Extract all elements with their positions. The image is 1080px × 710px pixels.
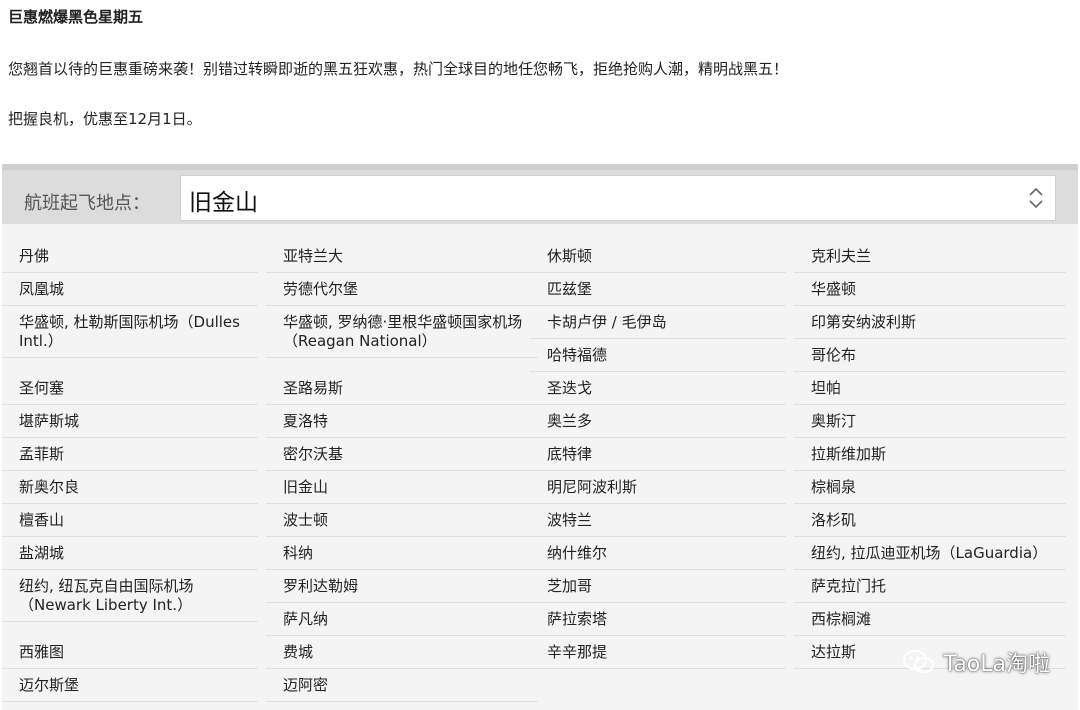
city-link[interactable]: 底特律 (530, 438, 786, 471)
city-link[interactable]: 华盛顿 (794, 273, 1066, 306)
city-link[interactable]: 纽约, 拉瓜迪亚机场（LaGuardia） (794, 537, 1066, 570)
city-link[interactable]: 华盛顿, 杜勒斯国际机场（Dulles Intl.） (2, 306, 258, 358)
city-link[interactable]: 波士顿 (266, 504, 538, 537)
city-link[interactable]: 圣迭戈 (530, 372, 786, 405)
city-link[interactable]: 匹兹堡 (530, 273, 786, 306)
city-link[interactable]: 纽约, 纽瓦克自由国际机场（Newark Liberty Int.） (2, 570, 258, 622)
city-column-2: 亚特兰大 劳德代尔堡 华盛顿, 罗纳德·里根华盛顿国家机场（Reagan Nat… (266, 240, 538, 702)
city-link[interactable]: 费城 (266, 636, 538, 669)
page-title: 巨惠燃爆黑色星期五 (8, 8, 144, 26)
city-link[interactable]: 哥伦布 (794, 339, 1066, 372)
city-link[interactable]: 波特兰 (530, 504, 786, 537)
city-link[interactable]: 西棕榈滩 (794, 603, 1066, 636)
city-link[interactable]: 萨拉索塔 (530, 603, 786, 636)
intro-paragraph: 您翘首以待的巨惠重磅来袭！别错过转瞬即逝的黑五狂欢惠，热门全球目的地任您畅飞，拒… (8, 60, 789, 78)
city-link[interactable]: 迈阿密 (266, 669, 538, 702)
city-link[interactable]: 拉斯维加斯 (794, 438, 1066, 471)
city-column-4: 克利夫兰 华盛顿 印第安纳波利斯 哥伦布 坦帕 奥斯汀 拉斯维加斯 棕榈泉 洛杉… (794, 240, 1066, 669)
city-link[interactable]: 圣路易斯 (266, 372, 538, 405)
watermark-text: TaoLa淘啦 (943, 652, 1050, 677)
city-link[interactable]: 檀香山 (2, 504, 258, 537)
city-link[interactable]: 华盛顿, 罗纳德·里根华盛顿国家机场（Reagan National） (266, 306, 538, 358)
deadline-note: 把握良机，优惠至12月1日。 (8, 110, 202, 128)
city-link[interactable]: 洛杉矶 (794, 504, 1066, 537)
city-link[interactable]: 印第安纳波利斯 (794, 306, 1066, 339)
origin-bar: 航班起飞地点： 旧金山 (2, 170, 1078, 224)
city-link[interactable]: 罗利达勒姆 (266, 570, 538, 603)
city-link[interactable]: 劳德代尔堡 (266, 273, 538, 306)
city-link[interactable]: 旧金山 (266, 471, 538, 504)
city-link[interactable]: 迈尔斯堡 (2, 669, 258, 702)
city-link[interactable]: 卡胡卢伊 / 毛伊岛 (530, 306, 786, 339)
city-link[interactable]: 丹佛 (2, 240, 258, 273)
city-column-1: 丹佛 凤凰城 华盛顿, 杜勒斯国际机场（Dulles Intl.） 圣何塞 堪萨… (2, 240, 258, 702)
watermark: TaoLa淘啦 (902, 646, 1050, 678)
city-link[interactable]: 明尼阿波利斯 (530, 471, 786, 504)
city-link[interactable]: 萨克拉门托 (794, 570, 1066, 603)
city-link[interactable]: 坦帕 (794, 372, 1066, 405)
city-link[interactable]: 休斯顿 (530, 240, 786, 273)
wechat-icon (902, 650, 934, 673)
city-link[interactable]: 纳什维尔 (530, 537, 786, 570)
city-link[interactable]: 棕榈泉 (794, 471, 1066, 504)
city-link[interactable]: 科纳 (266, 537, 538, 570)
city-link[interactable]: 奥斯汀 (794, 405, 1066, 438)
city-link[interactable]: 辛辛那提 (530, 636, 786, 669)
city-link[interactable]: 密尔沃基 (266, 438, 538, 471)
city-link[interactable]: 堪萨斯城 (2, 405, 258, 438)
city-link[interactable]: 圣何塞 (2, 372, 258, 405)
origin-label: 航班起飞地点： (24, 193, 150, 214)
city-link[interactable]: 亚特兰大 (266, 240, 538, 273)
city-link[interactable]: 孟菲斯 (2, 438, 258, 471)
destination-panel: 航班起飞地点： 旧金山 丹佛 凤凰城 华盛顿, 杜勒斯国际机场（Dulles I… (2, 164, 1078, 710)
city-link[interactable]: 哈特福德 (530, 339, 786, 372)
city-link[interactable]: 克利夫兰 (794, 240, 1066, 273)
city-link[interactable]: 凤凰城 (2, 273, 258, 306)
city-link[interactable]: 新奥尔良 (2, 471, 258, 504)
city-link[interactable]: 奥兰多 (530, 405, 786, 438)
city-column-3: 休斯顿 匹兹堡 卡胡卢伊 / 毛伊岛 哈特福德 圣迭戈 奥兰多 底特律 明尼阿波… (530, 240, 786, 669)
city-link[interactable]: 萨凡纳 (266, 603, 538, 636)
city-link[interactable]: 夏洛特 (266, 405, 538, 438)
origin-selected-value: 旧金山 (189, 190, 258, 216)
city-link[interactable]: 盐湖城 (2, 537, 258, 570)
origin-select[interactable]: 旧金山 (180, 175, 1056, 221)
city-link[interactable]: 西雅图 (2, 636, 258, 669)
chevron-updown-icon (1029, 187, 1043, 209)
city-link[interactable]: 芝加哥 (530, 570, 786, 603)
